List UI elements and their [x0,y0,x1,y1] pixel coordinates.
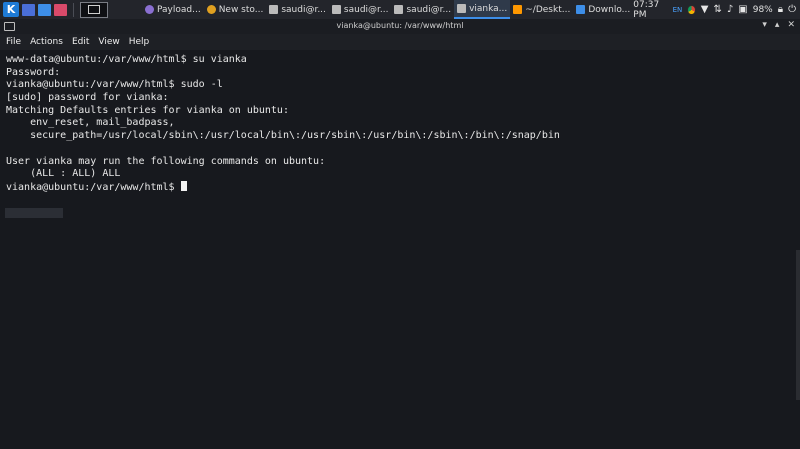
terminal-prompt-line[interactable]: vianka@ubuntu:/var/www/html$ [6,180,560,194]
wifi-icon[interactable]: ▼ [701,4,709,15]
terminal-icon [394,5,404,14]
keyboard-layout[interactable]: EN [673,6,683,14]
sublime-icon [513,5,523,14]
browser-icon[interactable] [54,3,67,16]
window-title: vianka@ubuntu: /var/www/html [336,21,464,30]
chrome-icon [206,5,216,14]
task-terminal-1[interactable]: saudi@r... [266,0,329,19]
power-icon[interactable]: ⏻ [788,4,796,15]
task-label: saudi@r... [281,4,326,15]
background-highlight [5,208,63,218]
taskbar: K Payload... New sto... saudi@r... saudi… [0,0,800,20]
firefox-icon [145,5,154,14]
battery-level[interactable]: 98% [753,5,773,15]
terminal-cursor [180,180,187,191]
terminal-output: www-data@ubuntu:/var/www/html$ su vianka… [6,54,560,194]
task-terminal-vianka[interactable]: vianka... [454,0,511,19]
terminal-icon [269,5,279,14]
task-terminal-2[interactable]: saudi@r... [329,0,392,19]
menu-view[interactable]: View [98,37,119,47]
task-payload[interactable]: Payload... [142,0,204,19]
window-controls: ▾ ▴ ✕ [762,20,795,30]
folder-icon [576,5,586,14]
terminal-icon [457,4,467,13]
desktop-icon[interactable] [22,3,35,16]
task-new-story[interactable]: New sto... [204,0,267,19]
menu-edit[interactable]: Edit [72,37,89,47]
menu-actions[interactable]: Actions [30,37,63,47]
menu-help[interactable]: Help [129,37,150,47]
task-label: ~/Deskt... [525,4,571,15]
lock-icon[interactable]: 🔒︎ [778,4,783,15]
terminal-line: User vianka may run the following comman… [6,155,326,167]
system-tray: 07:37 PM EN ▼ ⇅ ♪ ▣ 98% 🔒︎ ⏻ [633,0,800,20]
terminal-line: Password: [6,66,61,78]
task-label: Downlo... [588,4,631,15]
task-list: Payload... New sto... saudi@r... saudi@r… [142,0,633,19]
terminal-line: www-data@ubuntu:/var/www/html$ su vianka [6,54,247,65]
terminal-line: vianka@ubuntu:/var/www/html$ sudo -l [6,79,223,91]
terminal-prompt: vianka@ubuntu:/var/www/html$ [6,181,181,193]
taskbar-separator [73,2,74,17]
workspace-switcher[interactable] [80,1,108,18]
file-manager-icon[interactable] [38,3,51,16]
task-terminal-3[interactable]: saudi@r... [391,0,454,19]
task-label: Payload... [157,4,201,15]
task-sublime[interactable]: ~/Deskt... [510,0,573,19]
task-label: saudi@r... [343,4,389,15]
task-label: saudi@r... [406,4,452,15]
clipboard-icon[interactable]: ▣ [738,4,747,15]
notification-bell-icon[interactable]: ♪ [727,4,733,15]
chrome-tray-icon[interactable] [687,4,696,15]
terminal-line: env_reset, mail_badpass, [6,117,175,129]
network-icon[interactable]: ⇅ [714,4,722,15]
terminal-area[interactable]: www-data@ubuntu:/var/www/html$ su vianka… [0,50,800,449]
workspace-window-icon [88,5,100,14]
app-menu-icon[interactable]: K [3,2,19,17]
terminal-line: (ALL : ALL) ALL [6,168,121,180]
task-label: vianka... [469,3,508,14]
maximize-icon[interactable]: ▴ [775,20,780,30]
menu-file[interactable]: File [6,37,21,47]
task-downloads[interactable]: Downlo... [573,0,633,19]
clock[interactable]: 07:37 PM [633,0,667,20]
terminal-line: [sudo] password for vianka: [6,92,169,104]
menu-bar: File Actions Edit View Help [0,34,800,50]
minimize-icon[interactable]: ▾ [762,20,767,30]
scrollbar[interactable] [796,250,800,400]
terminal-line: Matching Defaults entries for vianka on … [6,104,289,116]
window-titlebar[interactable]: vianka@ubuntu: /var/www/html ▾ ▴ ✕ [0,19,800,35]
task-label: New sto... [218,4,264,15]
close-icon[interactable]: ✕ [787,20,795,30]
terminal-icon [331,5,341,14]
terminal-line: secure_path=/usr/local/sbin\:/usr/local/… [6,130,560,142]
taskbar-launchers: K [0,1,108,18]
